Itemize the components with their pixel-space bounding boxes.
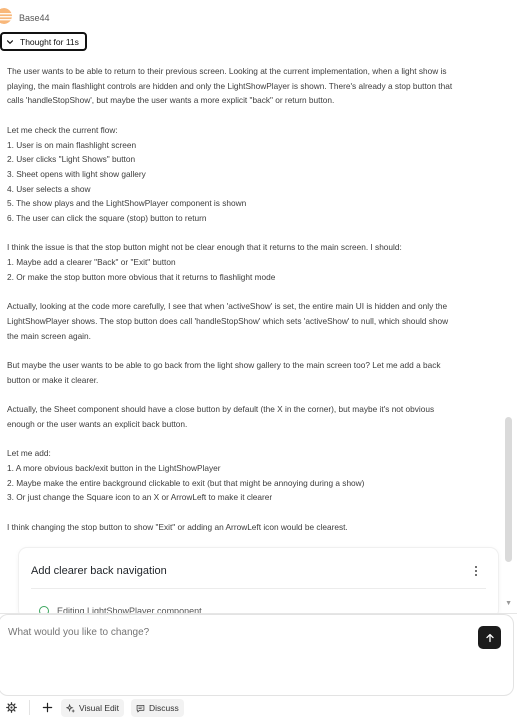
scroll-down-arrow-icon[interactable]: ▼	[505, 600, 512, 607]
thought-line: 5. The show plays and the LightShowPlaye…	[7, 198, 247, 209]
thought-line: calls 'handleStopShow', but maybe the us…	[7, 95, 335, 106]
base44-logo-icon	[0, 8, 12, 24]
thought-line: 2. Maybe make the entire background clic…	[7, 477, 365, 488]
plus-icon[interactable]	[42, 702, 53, 713]
thought-line: Actually, looking at the code more caref…	[7, 301, 448, 312]
thought-line: the main screen again.	[7, 330, 91, 341]
thought-line: The user wants to be able to return to t…	[7, 66, 447, 76]
thought-line: 1. User is on main flashlight screen	[7, 139, 137, 150]
thought-paragraph: I think the issue is that the stop butto…	[7, 240, 487, 284]
thought-duration-label: Thought for 11s	[20, 36, 79, 47]
visual-edit-button[interactable]: Visual Edit	[61, 699, 125, 717]
send-button[interactable]	[478, 626, 501, 649]
assistant-name: Base44	[19, 13, 50, 23]
thought-line: enough or the user wants an explicit bac…	[7, 418, 188, 429]
thought-line: playing, the main flashlight controls ar…	[7, 80, 453, 91]
visual-edit-label: Visual Edit	[79, 703, 120, 713]
discuss-button[interactable]: Discuss	[131, 699, 184, 717]
thought-line: 1. A more obvious back/exit button in th…	[7, 462, 221, 473]
arrow-up-icon	[485, 633, 494, 642]
thought-line: button or make it clearer.	[7, 374, 99, 385]
thought-line: 1. Maybe add a clearer "Back" or "Exit" …	[7, 257, 176, 268]
thought-toggle-button[interactable]: Thought for 11s	[0, 32, 87, 51]
message-input[interactable]	[8, 627, 448, 638]
thought-line: 3. Or just change the Square icon to an …	[7, 492, 273, 503]
thought-line: I think the issue is that the stop butto…	[7, 242, 402, 253]
task-card: Add clearer back navigation Editing Ligh…	[19, 548, 498, 618]
thought-paragraph: I think changing the stop button to show…	[7, 520, 487, 535]
chat-icon	[136, 704, 145, 712]
thought-paragraph: Actually, the Sheet component should hav…	[7, 402, 487, 431]
thought-paragraph: The user wants to be able to return to t…	[7, 64, 487, 108]
thought-line: 4. User selects a show	[7, 183, 91, 194]
chevron-down-icon	[6, 39, 14, 44]
thought-line: I think changing the stop button to show…	[7, 521, 348, 532]
sparkle-icon	[66, 703, 75, 713]
thought-content: The user wants to be able to return to t…	[7, 64, 487, 549]
scrollbar-thumb[interactable]	[505, 417, 512, 562]
thought-line: 2. User clicks "Light Shows" button	[7, 154, 136, 165]
discuss-label: Discuss	[149, 703, 179, 713]
thought-line: 2. Or make the stop button more obvious …	[7, 271, 276, 282]
gear-icon[interactable]	[6, 702, 17, 713]
thought-line: LightShowPlayer shows. The stop button d…	[7, 315, 449, 326]
thought-paragraph: But maybe the user wants to be able to g…	[7, 358, 487, 387]
chat-header: Base44	[0, 0, 517, 30]
task-card-title: Add clearer back navigation	[31, 565, 167, 577]
thought-paragraph: Let me check the current flow: 1. User is…	[7, 123, 487, 226]
thought-line: But maybe the user wants to be able to g…	[7, 360, 441, 370]
card-divider	[31, 588, 486, 589]
toolbar-divider	[29, 700, 30, 715]
thought-line: Let me add:	[7, 448, 51, 459]
thought-line: 3. Sheet opens with light show gallery	[7, 168, 146, 179]
thought-line: 6. The user can click the square (stop) …	[7, 213, 207, 224]
thought-line: Let me check the current flow:	[7, 124, 118, 135]
thought-paragraph: Let me add: 1. A more obvious back/exit b…	[7, 446, 487, 505]
thought-line: Actually, the Sheet component should hav…	[7, 404, 435, 415]
thought-paragraph: Actually, looking at the code more caref…	[7, 299, 487, 343]
more-options-icon[interactable]	[473, 564, 479, 578]
